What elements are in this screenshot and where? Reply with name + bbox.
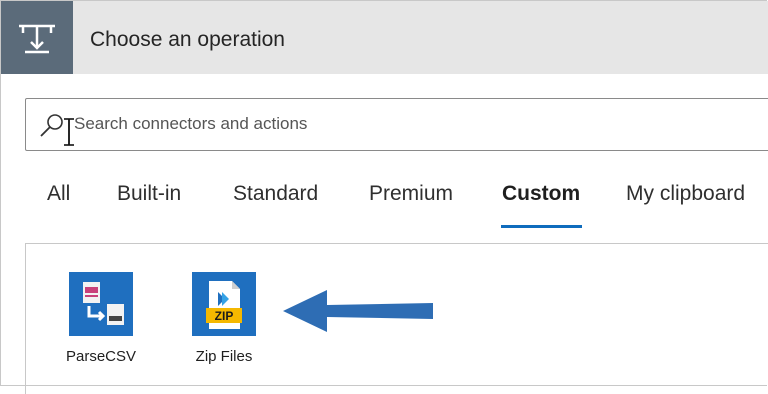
category-tabs: All Built-in Standard Premium Custom My … [0, 170, 768, 230]
annotation-arrow-icon [283, 290, 433, 332]
active-tab-indicator [501, 225, 582, 228]
search-box[interactable] [25, 98, 768, 151]
tab-my-clipboard[interactable]: My clipboard [626, 182, 745, 206]
parse-csv-icon [69, 272, 133, 336]
tab-premium[interactable]: Premium [369, 182, 453, 206]
connector-zip-files[interactable]: ZIP Zip Files [179, 272, 269, 365]
panel-header: Choose an operation [1, 1, 768, 74]
connector-parsecsv[interactable]: ParseCSV [56, 272, 146, 365]
svg-text:ZIP: ZIP [215, 309, 234, 323]
search-input[interactable] [74, 107, 754, 141]
tab-all[interactable]: All [47, 182, 70, 206]
tab-custom[interactable]: Custom [502, 182, 580, 206]
tab-built-in[interactable]: Built-in [117, 182, 181, 206]
page-title: Choose an operation [90, 28, 285, 51]
connector-label: ParseCSV [65, 348, 137, 365]
tab-standard[interactable]: Standard [233, 182, 318, 206]
zip-files-icon: ZIP [192, 272, 256, 336]
operation-icon [1, 1, 73, 74]
connector-label: Zip Files [195, 348, 253, 365]
